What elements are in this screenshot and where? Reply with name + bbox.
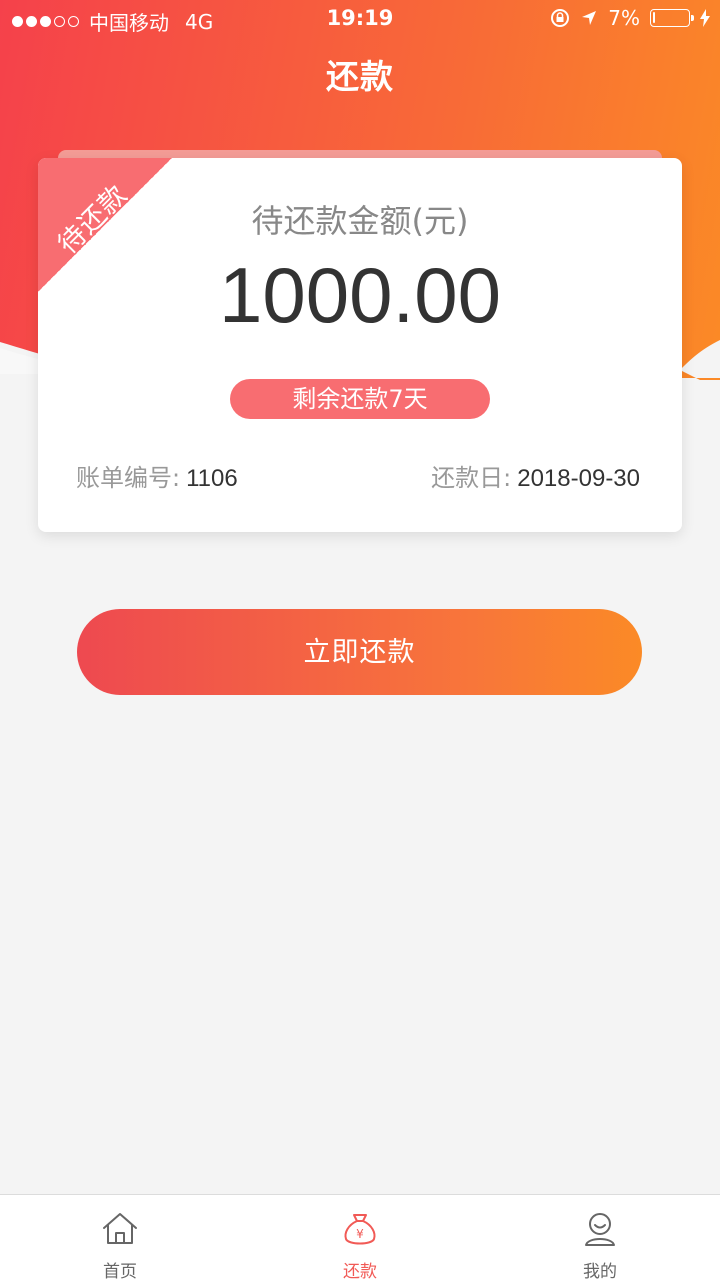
status-right: 7%	[550, 6, 710, 30]
tab-mine[interactable]: 我的	[480, 1195, 720, 1280]
tab-repay-label: 还款	[343, 1262, 377, 1280]
money-bag-icon: ¥	[344, 1214, 376, 1245]
svg-text:¥: ¥	[356, 1227, 364, 1241]
battery-icon	[650, 9, 694, 27]
charging-bolt-icon	[700, 9, 710, 27]
amount-label: 待还款金额(元)	[251, 202, 469, 240]
repay-now-button[interactable]: 立即还款	[77, 609, 642, 695]
battery-fill	[653, 12, 655, 23]
repay-screen: 中国移动 4G 19:19 7% 还款 待还款 待还款金额(元) 1000.00…	[0, 0, 720, 1280]
user-icon	[585, 1213, 615, 1246]
page-title: 还款	[326, 57, 394, 96]
amount-value: 1000.00	[219, 251, 501, 339]
due-date-value: 2018-09-30	[517, 465, 640, 492]
orientation-lock-icon	[551, 9, 570, 27]
bill-number-row: 账单编号: 1106	[76, 458, 238, 493]
status-bar: 中国移动 4G 19:19 7%	[0, 0, 720, 38]
tab-home[interactable]: 首页	[0, 1195, 240, 1280]
tab-home-label: 首页	[103, 1262, 137, 1280]
tab-bar: 首页 ¥ 还款 我的	[0, 1194, 720, 1280]
repayment-card: 待还款 待还款金额(元) 1000.00 剩余还款7天 账单编号: 1106 还款…	[38, 158, 682, 532]
tab-repay[interactable]: ¥ 还款	[240, 1195, 480, 1280]
due-date-row: 还款日: 2018-09-30	[431, 458, 640, 493]
home-icon	[103, 1213, 137, 1244]
location-arrow-icon	[582, 11, 597, 25]
bill-number-label: 账单编号:	[76, 464, 181, 492]
battery-percent: 7%	[608, 6, 640, 30]
due-date-label: 还款日:	[431, 464, 512, 492]
tab-mine-label: 我的	[583, 1262, 617, 1280]
remaining-days-badge: 剩余还款7天	[230, 379, 490, 419]
bill-number-value: 1106	[186, 465, 238, 492]
